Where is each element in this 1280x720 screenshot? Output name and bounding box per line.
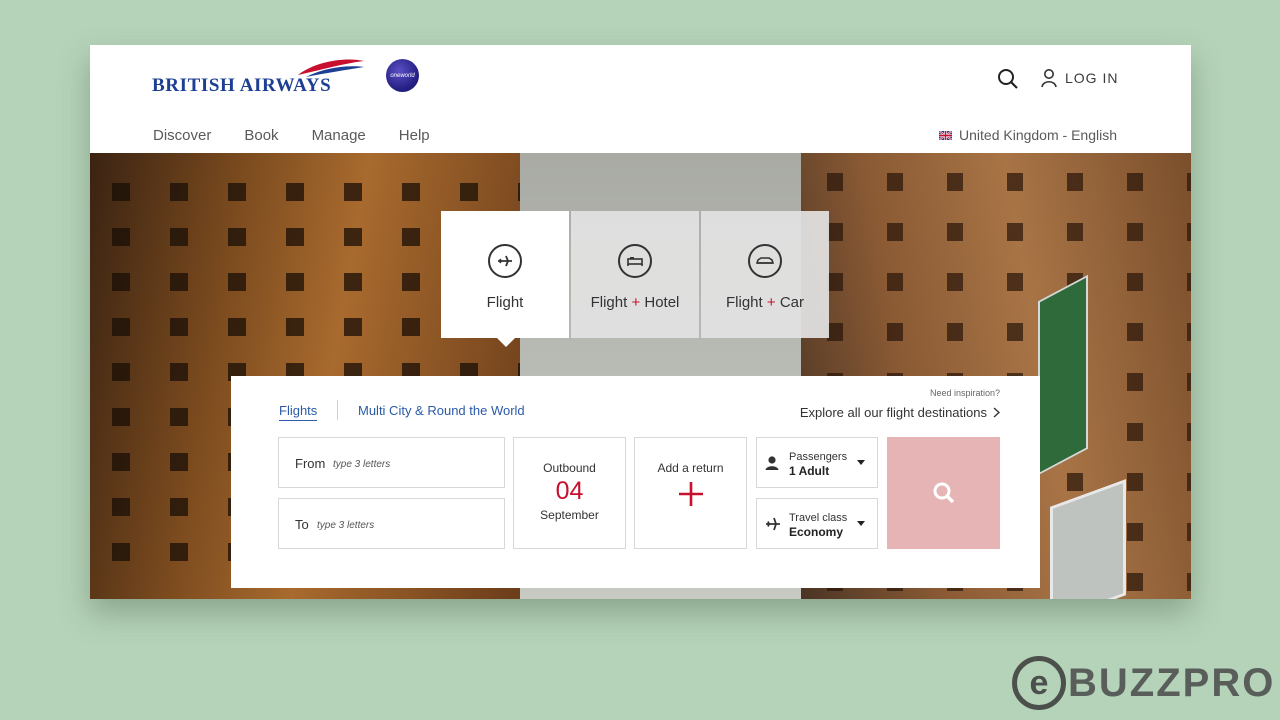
- tab-flight-car-text: Flight: [726, 294, 763, 311]
- locale-label: United Kingdom - English: [959, 127, 1117, 143]
- search-icon: [933, 482, 954, 504]
- window-row: [801, 173, 1191, 191]
- tab-hotel-text: Hotel: [644, 294, 680, 311]
- tab-flight-label: Flight: [487, 294, 524, 311]
- tab-car-text: Car: [779, 294, 804, 311]
- outbound-date-picker[interactable]: Outbound 04 September: [513, 437, 626, 549]
- product-tabs: Flight Flight + Hotel Flight + Car: [441, 211, 829, 347]
- hero-image: Flight Flight + Hotel Flight + Car Fligh…: [90, 153, 1191, 599]
- watermark-e-icon: e: [1012, 656, 1066, 710]
- plane-icon: [766, 517, 780, 531]
- main-nav: Discover Book Manage Help: [153, 127, 430, 144]
- tab-flight-hotel-text: Flight: [590, 294, 628, 311]
- window-row: [801, 273, 1191, 291]
- add-return-label: Add a return: [657, 461, 724, 475]
- user-icon: [1041, 69, 1057, 88]
- window-row: [90, 183, 520, 201]
- chevron-right-icon: [993, 407, 1000, 418]
- plus-sign: +: [631, 294, 641, 311]
- nav-book[interactable]: Book: [244, 127, 278, 144]
- search-icon[interactable]: [997, 68, 1019, 90]
- to-placeholder: type 3 letters: [317, 520, 375, 531]
- nav-discover[interactable]: Discover: [153, 127, 211, 144]
- login-label: LOG IN: [1065, 70, 1119, 86]
- watermark-logo: e BUZZPRO: [1012, 656, 1275, 710]
- uk-flag-icon: [939, 130, 953, 140]
- window-row: [801, 323, 1191, 341]
- subtab-multi-city[interactable]: Multi City & Round the World: [358, 403, 525, 418]
- tab-flight-hotel-label: Flight + Hotel: [591, 294, 680, 311]
- explore-destinations-link[interactable]: Explore all our flight destinations: [800, 405, 1000, 420]
- plane-icon: [488, 244, 522, 278]
- explore-destinations-text: Explore all our flight destinations: [799, 405, 987, 420]
- tab-flight[interactable]: Flight: [441, 211, 569, 347]
- nav-manage[interactable]: Manage: [312, 127, 366, 144]
- plus-icon: [635, 477, 746, 515]
- travel-class-dropdown[interactable]: Travel class Economy: [756, 498, 878, 549]
- passengers-value: 1 Adult: [789, 464, 830, 478]
- subtab-divider: [337, 400, 338, 420]
- window-row: [801, 223, 1191, 241]
- chevron-down-icon: [857, 460, 865, 465]
- login-button[interactable]: LOG IN: [1041, 68, 1118, 88]
- browser-frame: BRITISH AIRWAYS oneworld LOG IN Discover…: [90, 45, 1191, 599]
- locale-selector[interactable]: United Kingdom - English: [939, 127, 1117, 143]
- speedmarque-icon: [298, 59, 364, 77]
- person-icon: [765, 456, 779, 470]
- tab-flight-car-label: Flight + Car: [726, 294, 804, 311]
- site-header: BRITISH AIRWAYS oneworld LOG IN Discover…: [90, 45, 1191, 153]
- from-field[interactable]: From type 3 letters: [278, 437, 505, 488]
- travel-class-label: Travel class: [789, 512, 848, 524]
- passengers-label: Passengers: [789, 451, 848, 463]
- car-icon: [748, 244, 782, 278]
- from-label: From: [295, 456, 326, 471]
- to-field[interactable]: To type 3 letters: [278, 498, 505, 549]
- chevron-down-icon: [857, 521, 865, 526]
- plus-sign: +: [766, 294, 776, 311]
- passengers-dropdown[interactable]: Passengers 1 Adult: [756, 437, 878, 488]
- to-label: To: [295, 517, 309, 532]
- bed-icon: [618, 244, 652, 278]
- outbound-label: Outbound: [543, 461, 596, 475]
- tab-flight-car[interactable]: Flight + Car: [701, 211, 829, 338]
- need-inspiration-label: Need inspiration?: [929, 388, 1000, 398]
- outbound-day: 04: [555, 477, 584, 505]
- subtab-flights[interactable]: Flights: [279, 403, 318, 421]
- tab-flight-text: Flight: [486, 294, 524, 311]
- tab-flight-hotel[interactable]: Flight + Hotel: [571, 211, 699, 338]
- add-return-button[interactable]: Add a return: [634, 437, 747, 549]
- search-flights-button[interactable]: [887, 437, 1000, 549]
- travel-class-value: Economy: [789, 525, 844, 539]
- booking-panel: Flights Multi City & Round the World Nee…: [231, 376, 1040, 588]
- outbound-month: September: [540, 508, 599, 522]
- oneworld-logo[interactable]: oneworld: [386, 59, 419, 92]
- nav-help[interactable]: Help: [399, 127, 430, 144]
- from-placeholder: type 3 letters: [333, 459, 391, 470]
- street-sign: [1038, 274, 1088, 476]
- watermark-text: BUZZPRO: [1068, 660, 1276, 705]
